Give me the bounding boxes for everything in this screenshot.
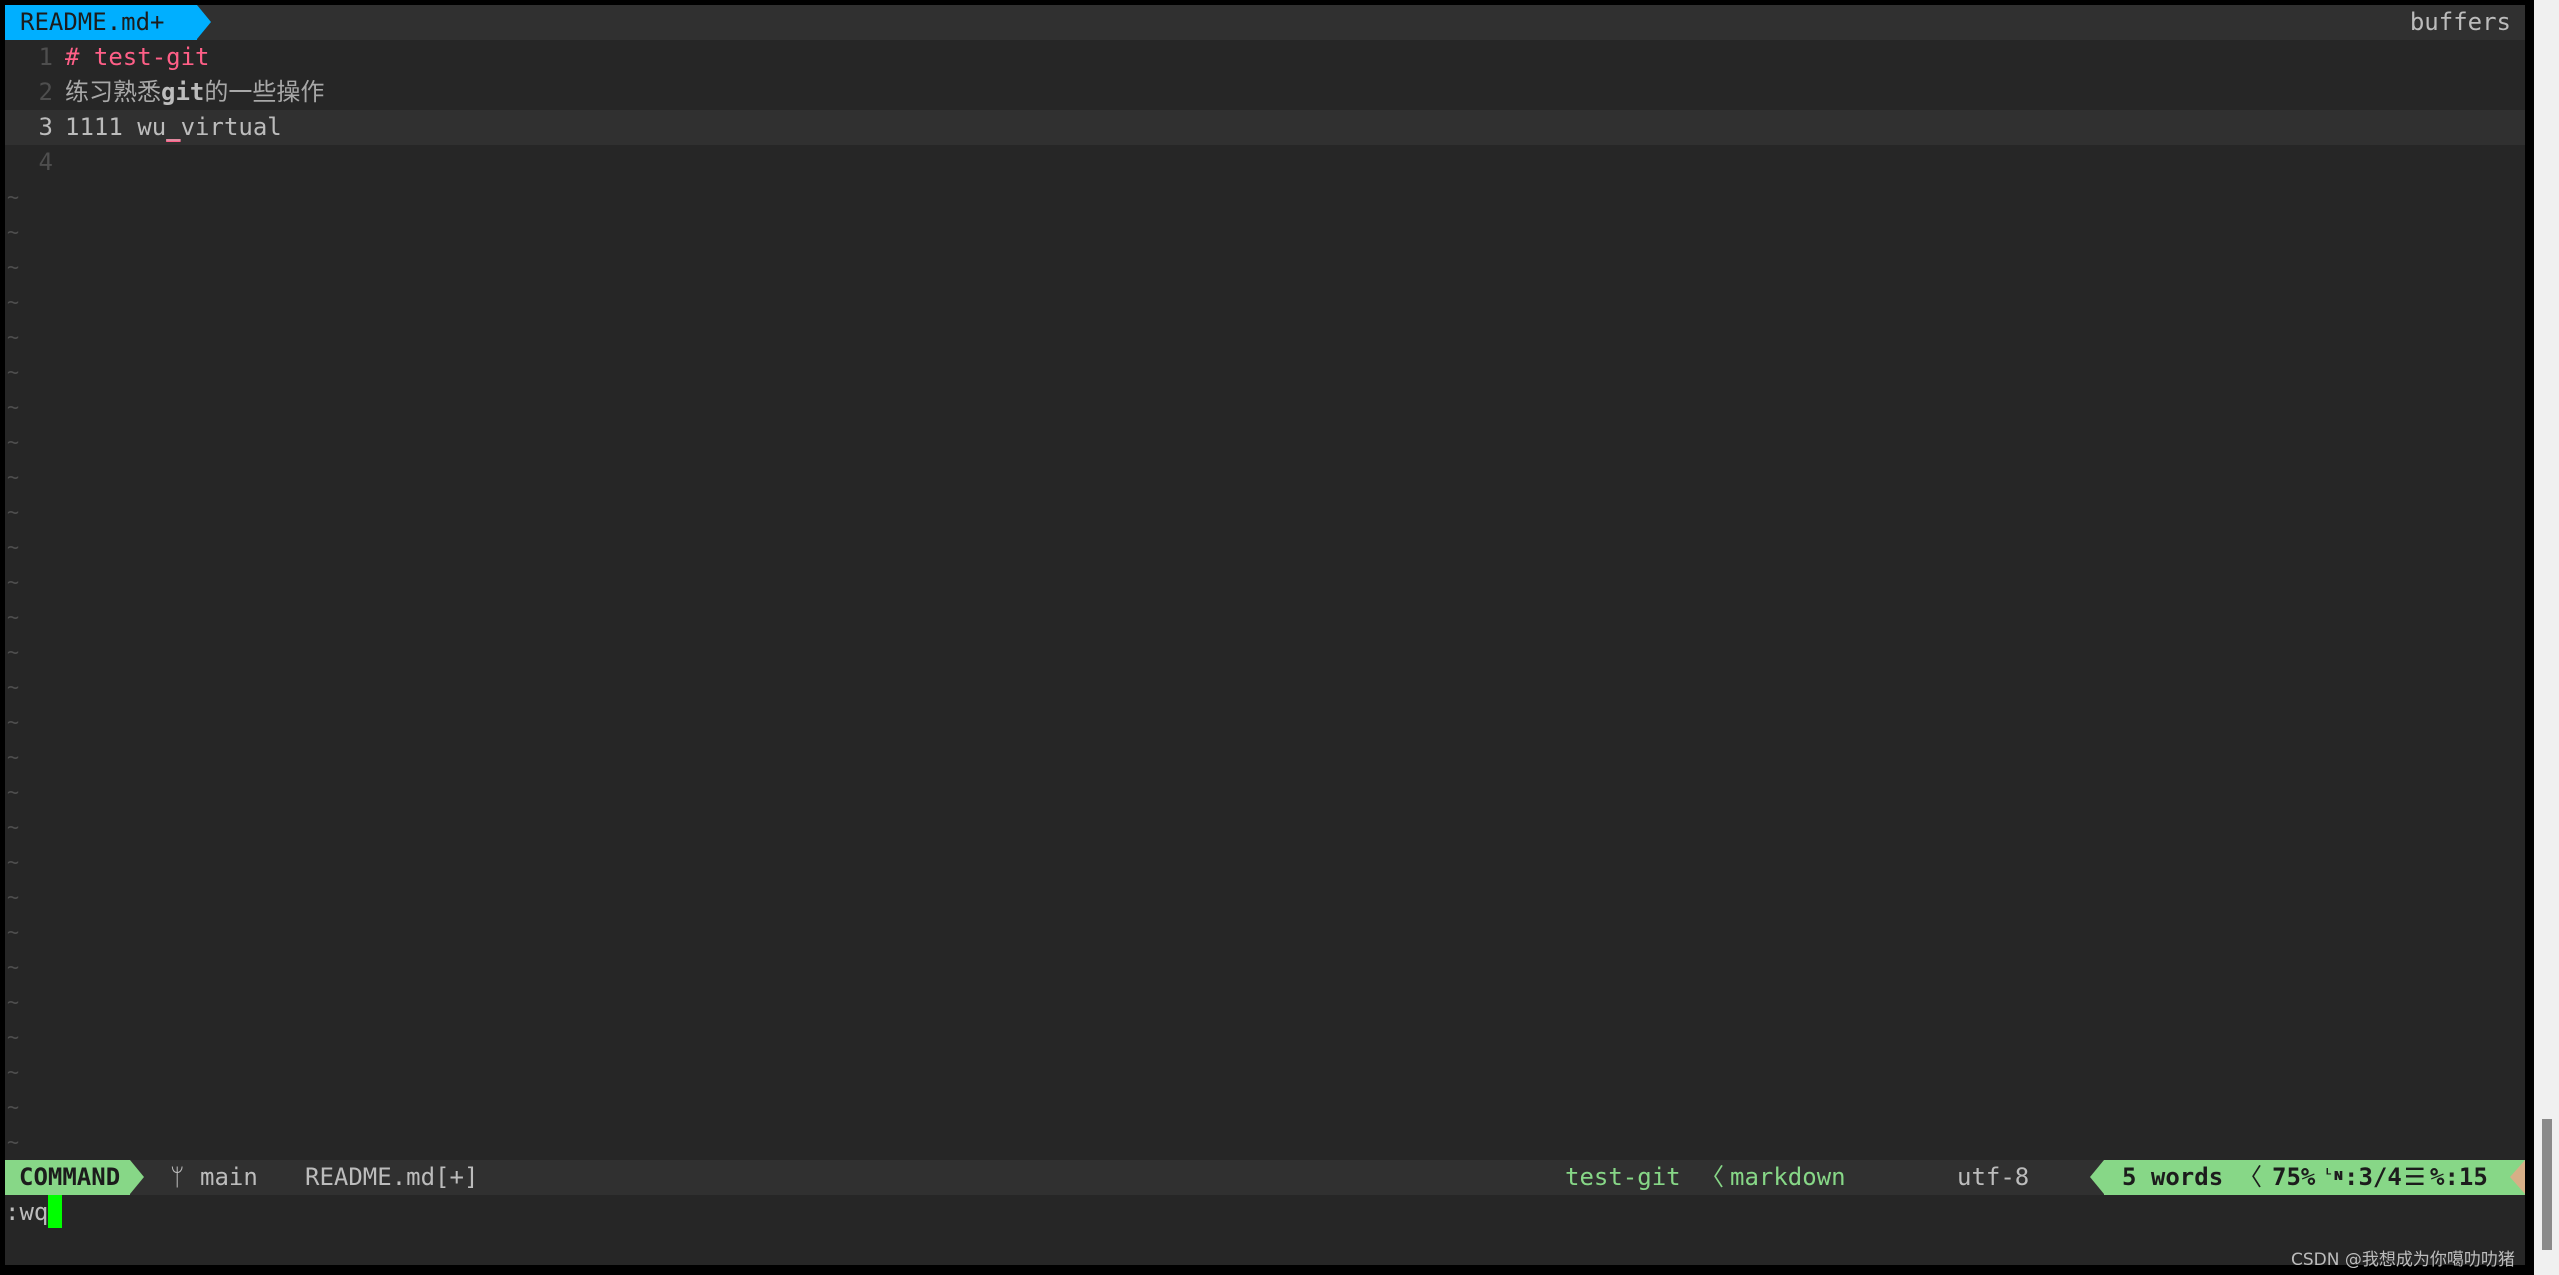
empty-line-tilde: ~ (7, 255, 20, 279)
filetype: markdown (1730, 1163, 1846, 1191)
mode-arrow-separator (130, 1160, 144, 1194)
text-segment: 的一些操作 (204, 78, 325, 106)
chevron-left-separator-icon: 〈 (2238, 1163, 2262, 1191)
cursor (48, 1195, 63, 1228)
status-filename: README.md[+] (305, 1163, 479, 1191)
empty-line-tilde: ~ (7, 920, 20, 944)
empty-line-tilde: ~ (7, 710, 20, 734)
mode-indicator: COMMAND (5, 1160, 130, 1195)
empty-line-tilde: ~ (7, 570, 20, 594)
line-number: 3 (38, 113, 53, 141)
empty-line-tilde: ~ (7, 640, 20, 664)
empty-line-tilde: ~ (7, 430, 20, 454)
command-text[interactable]: :wq (5, 1198, 48, 1226)
command-line[interactable]: :wq (5, 1195, 2525, 1230)
text-segment: git (161, 78, 205, 106)
empty-line-tilde: ~ (7, 395, 20, 419)
text-segment: # test-git (65, 43, 210, 71)
text-segment: 1111 wu (65, 113, 167, 141)
text-segment: 练习熟悉 (65, 78, 161, 106)
empty-line-tilde: ~ (7, 1130, 20, 1154)
git-branch: main (200, 1163, 258, 1191)
column-icon: ☰ (2404, 1163, 2426, 1191)
statusline: COMMAND ᛘ main README.md[+] test-git 〈 m… (5, 1160, 2525, 1195)
empty-line-tilde: ~ (7, 745, 20, 769)
buffers-label: buffers (2409, 8, 2511, 36)
buffer-line[interactable]: 2 练习熟悉git的一些操作 (5, 75, 2525, 110)
empty-line-tilde: ~ (7, 1025, 20, 1049)
text-segment: virtual (180, 113, 282, 141)
empty-line-tilde: ~ (7, 815, 20, 839)
empty-line-tilde: ~ (7, 850, 20, 874)
tab-readme[interactable]: README.md+ (5, 5, 197, 40)
scrollbar-thumb[interactable] (2542, 1119, 2552, 1250)
line-text[interactable]: 练习熟悉git的一些操作 (65, 75, 324, 110)
empty-line-tilde: ~ (7, 955, 20, 979)
empty-line-tilde: ~ (7, 220, 20, 244)
empty-line-tilde: ~ (7, 990, 20, 1014)
line-number: 4 (38, 148, 53, 176)
empty-line-tilde: ~ (7, 465, 20, 489)
empty-line-tilde: ~ (7, 1060, 20, 1084)
empty-line-tilde: ~ (7, 185, 20, 209)
status-end-accent (2510, 1160, 2525, 1194)
watermark: CSDN @我想成为你噶叻叻猪 (2291, 1250, 2515, 1270)
project-name: test-git (1565, 1163, 1681, 1191)
scroll-percent: 75% (2272, 1163, 2316, 1191)
column-position: %:15 (2430, 1163, 2488, 1191)
chevron-left-separator-icon: 〈 (1700, 1163, 1724, 1191)
word-count: 5 words (2122, 1163, 2224, 1191)
line-text[interactable]: # test-git (65, 40, 210, 75)
line-number: 2 (38, 78, 53, 106)
empty-line-tilde: ~ (7, 675, 20, 699)
buffer-line[interactable]: 4 (5, 145, 2525, 180)
window-scroll-area (2534, 0, 2559, 1275)
empty-line-tilde: ~ (7, 885, 20, 909)
position-block: 5 words 〈 75% ᴸɴ :3/4 ☰ %:15 (2104, 1160, 2510, 1195)
empty-line-tilde: ~ (7, 780, 20, 804)
line-number-icon: ᴸɴ (2324, 1165, 2344, 1184)
empty-line-tilde: ~ (7, 605, 20, 629)
buffer-line[interactable]: 3 1111 wu_virtual (5, 110, 2525, 145)
text-buffer[interactable]: 1 # test-git 2 练习熟悉git的一些操作 3 1111 wu_virtual… (5, 40, 2525, 1160)
git-branch-icon: ᛘ (170, 1163, 185, 1191)
line-position: :3/4 (2344, 1163, 2402, 1191)
empty-line-tilde: ~ (7, 1095, 20, 1119)
line-number: 1 (38, 43, 53, 71)
right-block-arrow (2090, 1160, 2104, 1194)
file-encoding: utf-8 (1957, 1163, 2030, 1191)
vim-editor[interactable]: README.md+ buffers 1 # test-git 2 练习熟悉git的一… (5, 5, 2525, 1265)
empty-line-tilde: ~ (7, 360, 20, 384)
empty-line-tilde: ~ (7, 290, 20, 314)
buffer-line[interactable]: 1 # test-git (5, 40, 2525, 75)
tabline: README.md+ buffers (5, 5, 2525, 40)
empty-line-tilde: ~ (7, 535, 20, 559)
line-text[interactable]: 1111 wu_virtual (65, 110, 282, 145)
empty-line-tilde: ~ (7, 500, 20, 524)
empty-line-tilde: ~ (7, 325, 20, 349)
text-segment: _ (166, 113, 181, 141)
tab-arrow-separator (197, 5, 211, 39)
